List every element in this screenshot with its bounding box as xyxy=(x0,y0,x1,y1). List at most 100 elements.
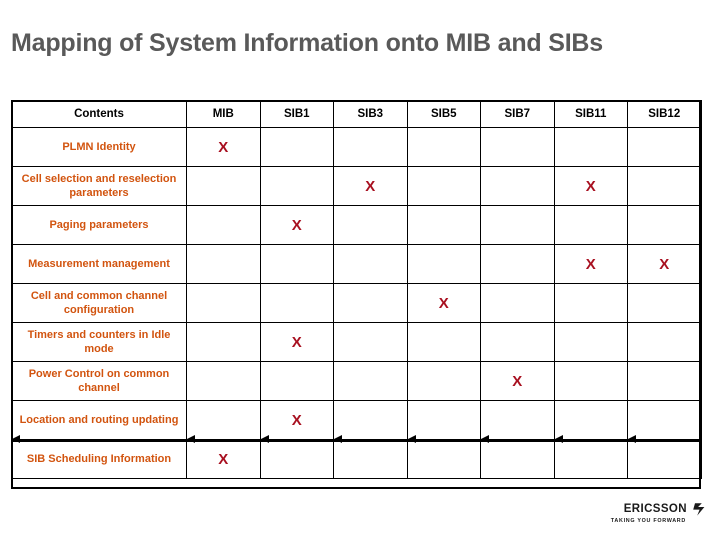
column-header-sib5: SIB5 xyxy=(406,100,481,128)
mark-cell-empty xyxy=(480,127,555,167)
column-header-contents: Contents xyxy=(11,100,187,128)
table-row: Cell selection and reselection parameter… xyxy=(11,166,702,206)
page-title: Mapping of System Information onto MIB a… xyxy=(11,29,603,57)
mark-cell-empty xyxy=(333,400,408,440)
mark-cell-empty xyxy=(186,322,261,362)
mark-cell-empty xyxy=(406,166,481,206)
row-label: Timers and counters in Idle mode xyxy=(11,322,187,362)
table-header: Contents MIB SIB1 SIB3 SIB5 SIB7 SIB11 SIB12 xyxy=(11,100,702,128)
mark-cell-empty xyxy=(480,283,555,323)
mark-cell-empty xyxy=(186,400,261,440)
table-header-row: Contents MIB SIB1 SIB3 SIB5 SIB7 SIB11 SIB12 xyxy=(11,100,702,128)
mark-cell-checked: X xyxy=(259,322,334,362)
table-row: Power Control on common channel X xyxy=(11,361,702,401)
mark-cell-empty xyxy=(406,127,481,167)
mark-cell-empty xyxy=(186,205,261,245)
mark-cell-empty xyxy=(333,283,408,323)
mark-cell-empty xyxy=(480,400,555,440)
mark-cell-empty xyxy=(627,283,702,323)
mark-cell-empty xyxy=(406,244,481,284)
mark-cell-checked: X xyxy=(553,244,628,284)
table-row: Location and routing updating X xyxy=(11,400,702,440)
mark-cell-checked: X xyxy=(627,244,702,284)
row-label: Paging parameters xyxy=(11,205,187,245)
table-body: PLMN Identity X Cell selection and reselec… xyxy=(11,127,702,479)
ericsson-tagline: TAKING YOU FORWARD xyxy=(610,518,686,524)
mark-cell-empty xyxy=(333,127,408,167)
column-header-sib11: SIB11 xyxy=(553,100,628,128)
mark-cell-empty xyxy=(627,127,702,167)
mark-cell-empty xyxy=(627,205,702,245)
table-row: Cell and common channel configuration X xyxy=(11,283,702,323)
mark-cell-checked: X xyxy=(406,283,481,323)
mark-cell-empty xyxy=(480,439,555,479)
row-label: Location and routing updating xyxy=(11,400,187,440)
logo-row: ERICSSON xyxy=(598,502,708,516)
mark-cell-empty xyxy=(553,400,628,440)
mark-cell-empty xyxy=(333,205,408,245)
mark-cell-empty xyxy=(480,244,555,284)
mark-cell-empty xyxy=(627,400,702,440)
table-row: Timers and counters in Idle mode X xyxy=(11,322,702,362)
mark-cell-empty xyxy=(627,361,702,401)
column-header-sib7: SIB7 xyxy=(480,100,555,128)
row-label: SIB Scheduling Information xyxy=(11,439,187,479)
column-header-sib3: SIB3 xyxy=(333,100,408,128)
mark-cell-empty xyxy=(333,244,408,284)
mark-cell-empty xyxy=(259,283,334,323)
mark-cell-empty xyxy=(186,166,261,206)
row-label: Cell and common channel configuration xyxy=(11,283,187,323)
mark-cell-empty xyxy=(259,127,334,167)
mark-cell-empty xyxy=(480,322,555,362)
mark-cell-empty xyxy=(259,244,334,284)
table-row: Measurement management X X xyxy=(11,244,702,284)
mark-cell-empty xyxy=(553,361,628,401)
mark-cell-empty xyxy=(186,244,261,284)
column-header-mib: MIB xyxy=(186,100,261,128)
mark-cell-empty xyxy=(627,166,702,206)
mark-cell-checked: X xyxy=(333,166,408,206)
column-header-sib12: SIB12 xyxy=(627,100,702,128)
table-row: PLMN Identity X xyxy=(11,127,702,167)
mark-cell-empty xyxy=(553,322,628,362)
table-row: SIB Scheduling Information X xyxy=(11,439,702,479)
mark-cell-empty xyxy=(186,361,261,401)
mark-cell-empty xyxy=(333,322,408,362)
ericsson-logo: ERICSSON TAKING YOU FORWARD xyxy=(598,502,708,532)
mark-cell-empty xyxy=(406,322,481,362)
table-row: Paging parameters X xyxy=(11,205,702,245)
mark-cell-empty xyxy=(186,283,261,323)
slide-canvas: Mapping of System Information onto MIB a… xyxy=(0,0,720,540)
system-information-mapping-table: Contents MIB SIB1 SIB3 SIB5 SIB7 SIB11 SIB12 PL… xyxy=(11,100,702,479)
mark-cell-checked: X xyxy=(186,439,261,479)
mark-cell-empty xyxy=(480,205,555,245)
mark-cell-empty xyxy=(406,439,481,479)
ericsson-stripes-icon xyxy=(692,502,708,517)
mark-cell-empty xyxy=(553,283,628,323)
mark-cell-empty xyxy=(553,439,628,479)
mark-cell-empty xyxy=(406,205,481,245)
mark-cell-checked: X xyxy=(259,400,334,440)
mark-cell-empty xyxy=(406,400,481,440)
column-header-sib1: SIB1 xyxy=(259,100,334,128)
mark-cell-checked: X xyxy=(186,127,261,167)
mark-cell-empty xyxy=(627,322,702,362)
mark-cell-empty xyxy=(259,166,334,206)
mark-cell-empty xyxy=(333,439,408,479)
mark-cell-empty xyxy=(406,361,481,401)
mark-cell-checked: X xyxy=(480,361,555,401)
mark-cell-empty xyxy=(480,166,555,206)
mark-cell-empty xyxy=(627,439,702,479)
mark-cell-checked: X xyxy=(553,166,628,206)
row-label: Power Control on common channel xyxy=(11,361,187,401)
mark-cell-empty xyxy=(259,439,334,479)
mark-cell-checked: X xyxy=(259,205,334,245)
mark-cell-empty xyxy=(553,127,628,167)
mark-cell-empty xyxy=(259,361,334,401)
mark-cell-empty xyxy=(553,205,628,245)
row-label: Cell selection and reselection parameter… xyxy=(11,166,187,206)
mark-cell-empty xyxy=(333,361,408,401)
ericsson-wordmark: ERICSSON xyxy=(623,503,687,515)
row-label: Measurement management xyxy=(11,244,187,284)
row-label: PLMN Identity xyxy=(11,127,187,167)
